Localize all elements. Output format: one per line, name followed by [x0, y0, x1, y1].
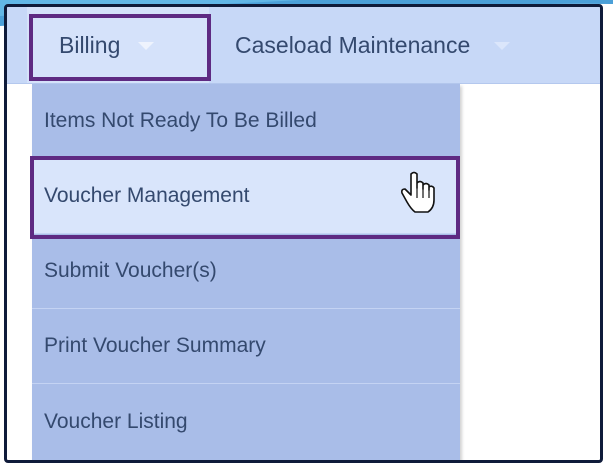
menu-item-label: Items Not Ready To Be Billed	[44, 109, 317, 132]
chevron-down-icon	[494, 42, 511, 50]
app-window: Billing Caseload Maintenance Items Not R…	[4, 4, 603, 463]
menu-billing-label: Billing	[59, 31, 121, 58]
menu-caseload-maintenance[interactable]: Caseload Maintenance	[229, 7, 511, 83]
screenshot-stage: Billing Caseload Maintenance Items Not R…	[0, 0, 613, 471]
menu-item-label: Submit Voucher(s)	[44, 259, 217, 282]
menu-item-print-voucher-summary[interactable]: Print Voucher Summary	[32, 309, 460, 384]
menu-item-voucher-management[interactable]: Voucher Management	[30, 156, 460, 239]
menu-item-submit-vouchers[interactable]: Submit Voucher(s)	[32, 234, 460, 309]
menu-bar: Billing Caseload Maintenance	[7, 7, 600, 84]
menu-item-label: Voucher Management	[44, 184, 250, 207]
menu-item-items-not-ready[interactable]: Items Not Ready To Be Billed	[32, 84, 460, 159]
chevron-down-icon	[138, 42, 155, 50]
hand-pointer-icon	[401, 171, 435, 213]
menu-caseload-label: Caseload Maintenance	[235, 31, 471, 58]
billing-dropdown-menu: Items Not Ready To Be Billed Voucher Man…	[30, 84, 460, 460]
menu-billing[interactable]: Billing	[27, 7, 209, 83]
menu-item-label: Print Voucher Summary	[44, 334, 266, 357]
menu-item-voucher-listing[interactable]: Voucher Listing	[32, 384, 460, 459]
menu-item-label: Voucher Listing	[44, 409, 188, 433]
